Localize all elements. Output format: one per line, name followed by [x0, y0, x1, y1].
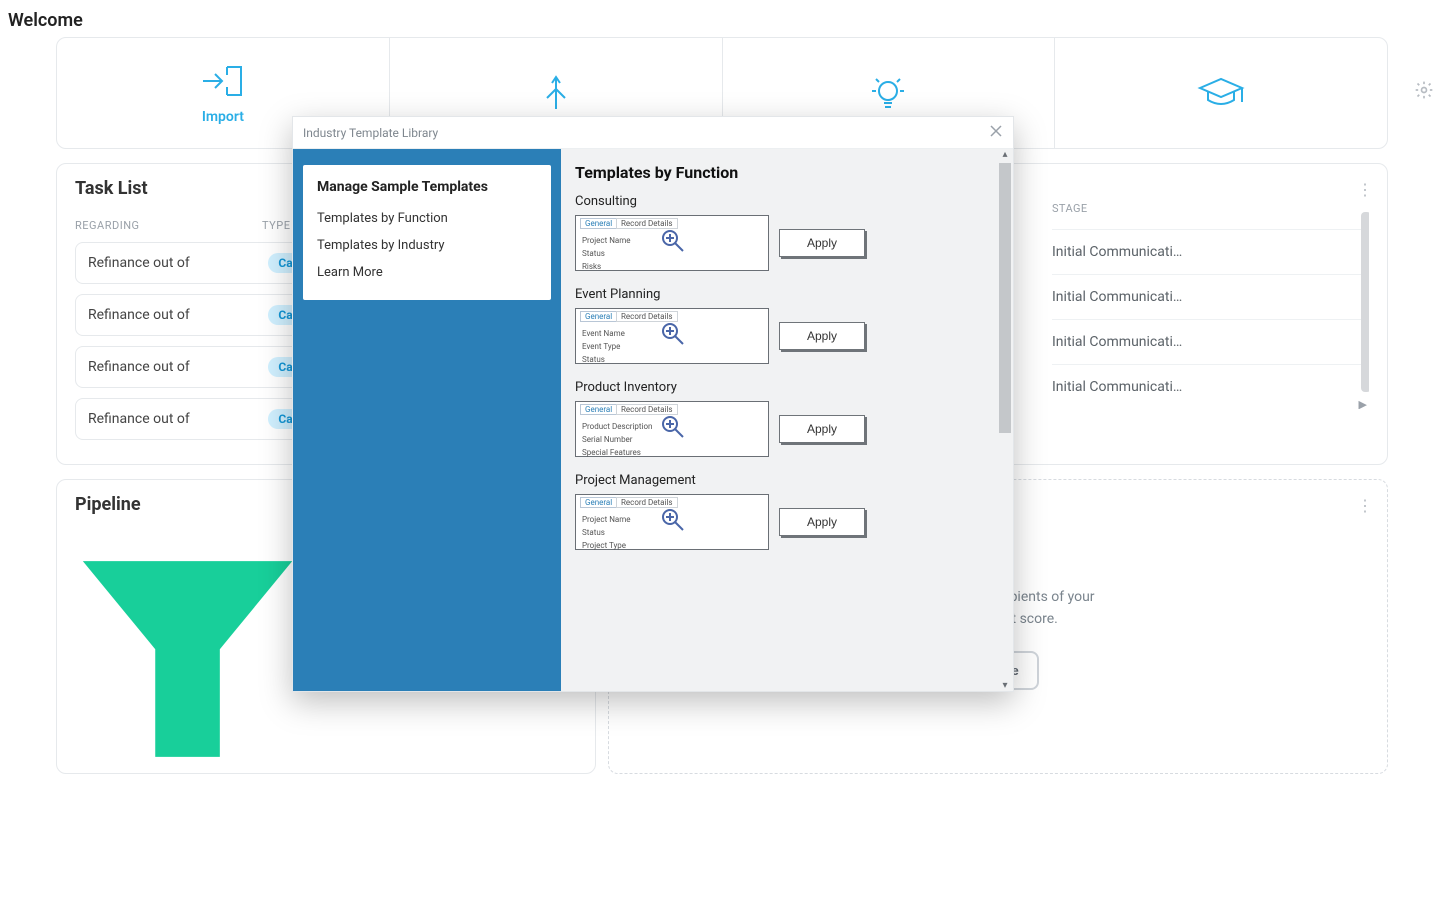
template-preview[interactable]: General Record Details Project Name Stat…	[575, 494, 769, 550]
table-row[interactable]: Initial Communicati… 80 Feb 24, 20	[1052, 274, 1369, 319]
col-stage: STAGE	[1052, 202, 1369, 229]
preview-field: Risks	[582, 262, 601, 271]
preview-field: Event Type	[582, 342, 620, 351]
task-title: Refinance out of	[88, 307, 268, 323]
table-header: STAGE PROB % EST. CLOSE D	[1052, 202, 1369, 229]
template-consulting: Consulting General Record Details Projec…	[575, 194, 999, 271]
import-icon	[201, 61, 245, 101]
task-title: Refinance out of	[88, 359, 268, 375]
apply-button[interactable]: Apply	[779, 229, 865, 257]
template-name: Product Inventory	[575, 380, 999, 395]
cell-stage: Initial Communicati…	[1052, 229, 1369, 274]
preview-field: Project Name	[582, 515, 631, 524]
apply-button[interactable]: Apply	[779, 322, 865, 350]
preview-tab-general: General	[580, 497, 617, 508]
modal-sidebar: Manage Sample Templates Templates by Fun…	[293, 149, 561, 691]
sidebar-item-by-industry[interactable]: Templates by Industry	[317, 232, 537, 259]
preview-tab-general: General	[580, 218, 617, 229]
graduation-cap-icon	[1196, 73, 1246, 113]
apply-button[interactable]: Apply	[779, 508, 865, 536]
task-list-title: Task List	[75, 178, 322, 199]
col-regarding: REGARDING	[75, 219, 262, 232]
task-title: Refinance out of	[88, 255, 268, 271]
preview-tab-general: General	[580, 404, 617, 415]
cell-stage: Initial Communicati…	[1052, 319, 1369, 364]
template-name: Consulting	[575, 194, 999, 209]
sidebar-item-learn-more[interactable]: Learn More	[317, 259, 537, 286]
modal-main-heading: Templates by Function	[575, 163, 999, 182]
preview-field: Product Description	[582, 422, 652, 431]
table-row[interactable]: Initial Communicati… 90 Feb 28, 20	[1052, 364, 1369, 409]
sidebar-item-by-function[interactable]: Templates by Function	[317, 205, 537, 232]
preview-field: Project Type	[582, 541, 626, 550]
task-title: Refinance out of	[88, 411, 268, 427]
magnify-icon	[660, 228, 686, 256]
template-preview[interactable]: General Record Details Product Descripti…	[575, 401, 769, 457]
scroll-right-icon[interactable]: ▶	[1359, 398, 1367, 409]
magnify-icon	[660, 507, 686, 535]
modal-scrollbar[interactable]: ▴ ▾	[997, 149, 1013, 691]
cell-stage: Initial Communicati…	[1052, 274, 1369, 319]
template-name: Event Planning	[575, 287, 999, 302]
template-preview[interactable]: General Record Details Event Name Event …	[575, 308, 769, 364]
opps-more-icon[interactable]: ⋮	[1357, 180, 1373, 199]
task-row[interactable]: Refinance out of Call	[75, 346, 322, 388]
template-library-modal: Industry Template Library Manage Sample …	[292, 116, 1014, 692]
preview-field: Project Name	[582, 236, 631, 245]
preview-field: Status	[582, 355, 605, 364]
shortcut-education[interactable]	[1054, 38, 1387, 148]
magnify-icon	[660, 321, 686, 349]
preview-field: Serial Number	[582, 435, 633, 444]
lightbulb-icon	[868, 73, 908, 113]
template-name: Project Management	[575, 473, 999, 488]
page-title: Welcome	[0, 0, 1444, 37]
task-row[interactable]: Refinance out of Call	[75, 242, 322, 284]
table-row[interactable]: Initial Communicati… 65 Mar 22, 20	[1052, 229, 1369, 274]
task-row[interactable]: Refinance out of Call	[75, 398, 322, 440]
modal-title: Industry Template Library	[303, 126, 438, 140]
vertical-scrollbar[interactable]	[1361, 212, 1369, 392]
opportunities-table: STAGE PROB % EST. CLOSE D Initial Commun…	[1052, 202, 1369, 409]
settings-gear-icon[interactable]	[1414, 80, 1434, 104]
branch-icon	[536, 73, 576, 113]
sidebar-card: Manage Sample Templates Templates by Fun…	[303, 165, 551, 300]
preview-tab-general: General	[580, 311, 617, 322]
scroll-down-icon[interactable]: ▾	[997, 680, 1013, 691]
sidebar-heading: Manage Sample Templates	[317, 179, 537, 195]
preview-field: Status	[582, 249, 605, 258]
magnify-icon	[660, 414, 686, 442]
preview-field: Special Features	[582, 448, 641, 457]
preview-field: Status	[582, 528, 605, 537]
task-row[interactable]: Refinance out of Call	[75, 294, 322, 336]
template-product-inventory: Product Inventory General Record Details…	[575, 380, 999, 457]
apply-button[interactable]: Apply	[779, 415, 865, 443]
leads-more-icon[interactable]: ⋮	[1357, 496, 1373, 515]
modal-close-icon[interactable]	[989, 124, 1003, 141]
modal-titlebar: Industry Template Library	[293, 117, 1013, 149]
cell-stage: Initial Communicati…	[1052, 364, 1369, 409]
table-row[interactable]: Initial Communicati… 65 Feb 21, 202	[1052, 319, 1369, 364]
scroll-up-icon[interactable]: ▴	[997, 149, 1013, 160]
preview-field: Event Name	[582, 329, 625, 338]
funnel-icon	[75, 559, 300, 759]
shortcut-import-label: Import	[202, 109, 244, 125]
scroll-thumb[interactable]	[999, 163, 1011, 433]
template-project-management: Project Management General Record Detail…	[575, 473, 999, 550]
task-list-header: REGARDING TYPE	[75, 213, 322, 242]
template-preview[interactable]: General Record Details Project Name Stat…	[575, 215, 769, 271]
template-event-planning: Event Planning General Record Details Ev…	[575, 287, 999, 364]
modal-main: Templates by Function Consulting General…	[561, 149, 1013, 691]
